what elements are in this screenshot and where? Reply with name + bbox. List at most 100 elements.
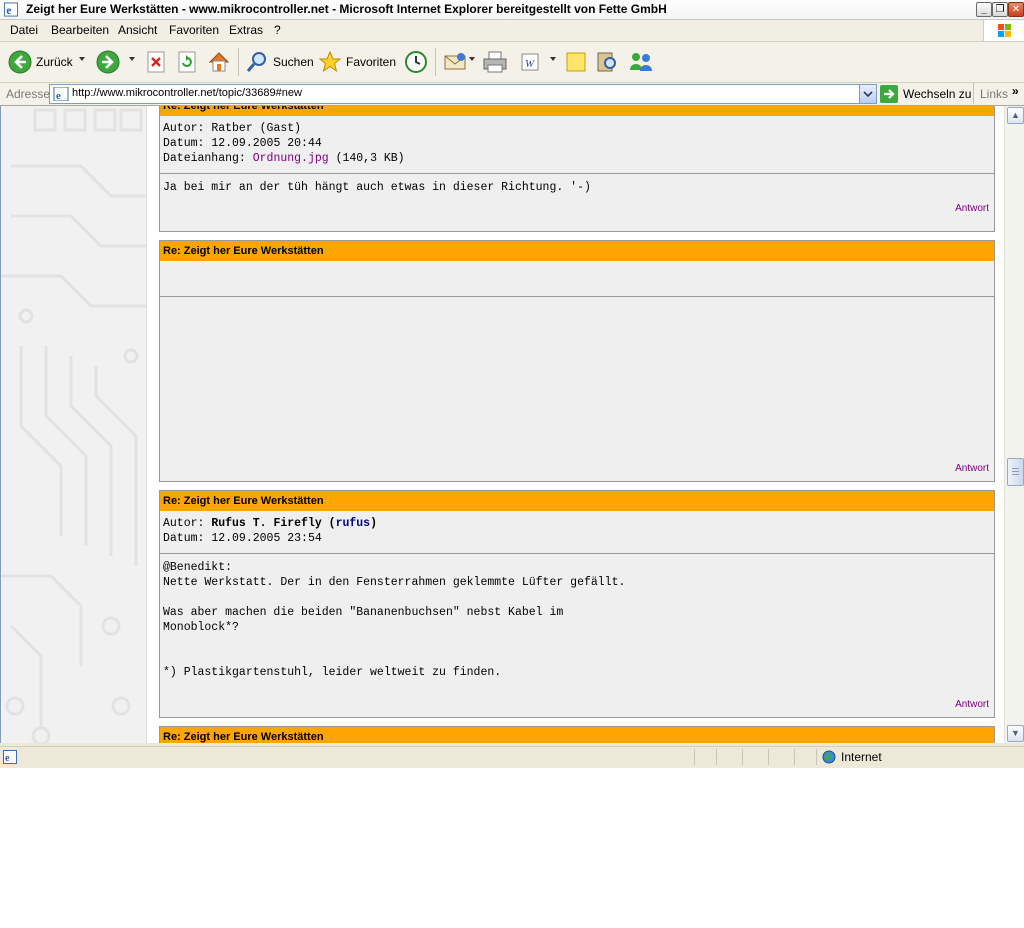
close-button[interactable]: ✕ bbox=[1008, 2, 1024, 17]
go-button[interactable]: Wechseln zu bbox=[880, 85, 971, 103]
globe-icon bbox=[822, 750, 836, 764]
post-date: 12.09.2005 20:44 bbox=[211, 137, 322, 150]
reply-link[interactable]: Antwort bbox=[955, 699, 989, 710]
back-label: Zurück bbox=[36, 55, 73, 69]
post-body: Ja bei mir an der tüh hängt auch etwas i… bbox=[160, 174, 994, 220]
forum-post: Re: Zeigt her Eure Werkstätten Autor: Ru… bbox=[159, 490, 995, 718]
post-subject: Re: Zeigt her Eure Werkstätten bbox=[160, 106, 994, 116]
home-icon bbox=[208, 52, 230, 72]
forward-button[interactable] bbox=[96, 50, 120, 74]
post-body: @Benedikt: Nette Werkstatt. Der in den F… bbox=[160, 554, 994, 700]
address-url: http://www.mikrocontroller.net/topic/336… bbox=[72, 87, 302, 99]
svg-text:e: e bbox=[5, 753, 10, 764]
svg-text:e: e bbox=[56, 90, 61, 101]
restore-button[interactable]: ❐ bbox=[992, 2, 1008, 17]
address-input[interactable]: e http://www.mikrocontroller.net/topic/3… bbox=[49, 84, 877, 104]
research-button[interactable] bbox=[595, 50, 619, 74]
minimize-button[interactable]: _ bbox=[976, 2, 992, 17]
security-zone: Internet bbox=[822, 750, 882, 764]
menu-bearbeiten[interactable]: Bearbeiten bbox=[51, 23, 109, 37]
forward-dropdown-icon[interactable] bbox=[129, 57, 135, 61]
edit-button[interactable]: W bbox=[519, 50, 541, 74]
toolbar: Zurück Suchen Favoriten W bbox=[0, 42, 1024, 83]
links-label[interactable]: Links bbox=[980, 87, 1008, 101]
menu-extras[interactable]: Extras bbox=[229, 23, 263, 37]
post-text: @Benedikt: Nette Werkstatt. Der in den F… bbox=[163, 561, 626, 679]
refresh-icon bbox=[178, 51, 196, 73]
go-arrow-icon bbox=[880, 85, 898, 103]
refresh-button[interactable] bbox=[177, 50, 197, 74]
forum-post: Re: Zeigt her Eure Werkstätten Antwort bbox=[159, 240, 995, 482]
menu-bar: Datei Bearbeiten Ansicht Favoriten Extra… bbox=[0, 20, 1024, 42]
chevron-right-icon[interactable]: » bbox=[1012, 84, 1019, 98]
post-text: Ja bei mir an der tüh hängt auch etwas i… bbox=[163, 181, 591, 194]
post-author: Ratber (Gast) bbox=[211, 122, 302, 135]
mail-button[interactable] bbox=[443, 50, 467, 74]
windows-logo-icon bbox=[983, 20, 1024, 41]
home-button[interactable] bbox=[207, 50, 231, 74]
messenger-icon bbox=[630, 53, 652, 71]
status-bar: e Internet bbox=[0, 746, 1024, 768]
discuss-button[interactable] bbox=[565, 50, 587, 74]
attachment-link[interactable]: Ordnung.jpg bbox=[253, 152, 329, 165]
scroll-up-button[interactable]: ▲ bbox=[1007, 107, 1024, 124]
scroll-down-button[interactable]: ▼ bbox=[1007, 725, 1024, 742]
address-bar: Adresse e http://www.mikrocontroller.net… bbox=[0, 83, 1024, 106]
reply-link[interactable]: Antwort bbox=[955, 203, 989, 214]
printer-icon bbox=[483, 51, 507, 73]
title-bar: e Zeigt her Eure Werkstätten - www.mikro… bbox=[0, 0, 1024, 20]
left-decoration-panel bbox=[1, 106, 147, 743]
browser-window: e Zeigt her Eure Werkstätten - www.mikro… bbox=[0, 0, 1024, 768]
circuit-pattern-icon bbox=[1, 108, 146, 743]
user-link[interactable]: rufus bbox=[336, 517, 371, 530]
search-button[interactable]: Suchen bbox=[245, 50, 314, 74]
scroll-thumb[interactable] bbox=[1007, 458, 1024, 486]
stop-icon bbox=[147, 51, 165, 73]
favorites-button[interactable]: Favoriten bbox=[318, 50, 396, 74]
post-subject: Re: Zeigt her Eure Werkstätten bbox=[160, 727, 994, 743]
back-dropdown-icon[interactable] bbox=[79, 57, 85, 61]
mail-dropdown-icon[interactable] bbox=[469, 57, 475, 61]
zone-label: Internet bbox=[841, 750, 882, 764]
vertical-scrollbar[interactable]: ▲ ▼ bbox=[1004, 106, 1024, 743]
post-body bbox=[160, 297, 994, 463]
print-button[interactable] bbox=[482, 50, 508, 74]
note-icon bbox=[566, 52, 586, 72]
post-subject: Re: Zeigt her Eure Werkstätten bbox=[160, 491, 994, 511]
ie-icon: e bbox=[3, 2, 19, 17]
reply-link[interactable]: Antwort bbox=[955, 463, 989, 474]
search-label: Suchen bbox=[273, 55, 314, 69]
attachment-size: (140,3 KB) bbox=[335, 152, 405, 165]
toolbar-separator bbox=[435, 48, 436, 76]
date-label: Datum: bbox=[163, 137, 205, 150]
star-icon bbox=[318, 50, 342, 73]
address-dropdown-icon[interactable] bbox=[859, 85, 876, 103]
menu-help[interactable]: ? bbox=[274, 23, 281, 37]
favorites-label: Favoriten bbox=[346, 55, 397, 69]
page-icon: e bbox=[53, 87, 69, 101]
forum-post: Re: Zeigt her Eure Werkstätten bbox=[159, 726, 995, 743]
page-content: Re: Zeigt her Eure Werkstätten Autor: Ra… bbox=[0, 106, 1005, 743]
go-label: Wechseln zu bbox=[903, 87, 972, 101]
back-button[interactable]: Zurück bbox=[8, 50, 73, 74]
history-button[interactable] bbox=[404, 50, 428, 74]
address-label: Adresse bbox=[6, 87, 51, 101]
menu-datei[interactable]: Datei bbox=[10, 23, 38, 37]
forum-post: Re: Zeigt her Eure Werkstätten Autor: Ra… bbox=[159, 106, 995, 232]
post-author: Rufus T. Firefly bbox=[211, 517, 322, 530]
word-icon: W bbox=[521, 53, 539, 71]
svg-text:W: W bbox=[525, 58, 535, 70]
post-meta: Autor: Rufus T. Firefly (rufus) Datum: 1… bbox=[160, 511, 994, 554]
stop-button[interactable] bbox=[146, 50, 166, 74]
page-status-icon: e bbox=[3, 750, 17, 764]
search-icon bbox=[246, 52, 266, 72]
messenger-button[interactable] bbox=[628, 50, 654, 74]
mail-icon bbox=[444, 53, 466, 70]
menu-favoriten[interactable]: Favoriten bbox=[169, 23, 219, 37]
history-icon bbox=[405, 51, 427, 73]
address-separator bbox=[973, 83, 974, 104]
toolbar-separator bbox=[238, 48, 239, 76]
menu-ansicht[interactable]: Ansicht bbox=[118, 23, 157, 37]
edit-dropdown-icon[interactable] bbox=[550, 57, 556, 61]
date-label: Datum: bbox=[163, 532, 205, 545]
